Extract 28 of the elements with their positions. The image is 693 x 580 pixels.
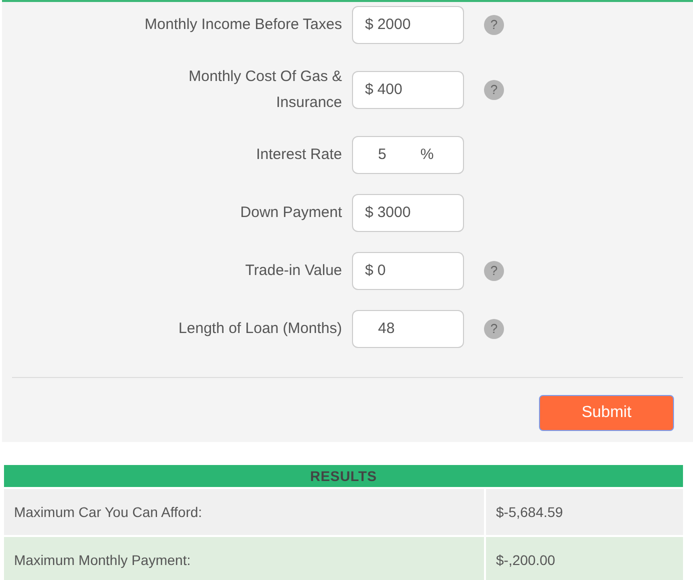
field-value: 48: [378, 318, 395, 339]
table-cell: $-5,684.59: [486, 489, 683, 535]
currency-symbol: $: [365, 202, 374, 223]
field-label: Monthly Cost Of Gas & Insurance: [188, 67, 342, 113]
currency-symbol: $: [365, 260, 374, 281]
field-label: Trade-in Value: [244, 261, 342, 281]
results-title: RESULTS: [310, 466, 377, 486]
field-label: Length of Loan (Months): [178, 319, 342, 339]
currency-symbol: $: [365, 80, 374, 100]
table-cell: $-,200.00: [486, 537, 683, 580]
input-field[interactable]: $ 0: [352, 252, 464, 290]
input-field[interactable]: $ 2000: [352, 6, 464, 44]
field-value: 0: [377, 260, 386, 281]
input-field[interactable]: 5 %: [352, 136, 464, 174]
field-label: Interest Rate: [255, 145, 342, 165]
unit-label: %: [420, 144, 434, 165]
input-field[interactable]: $ 400: [352, 71, 464, 109]
currency-symbol: $: [365, 14, 374, 35]
table-cell: Maximum Car You Can Afford:: [4, 489, 484, 535]
field-value: 2000: [377, 14, 411, 35]
field-value: 5: [378, 144, 386, 165]
field-label: Down Payment: [239, 203, 342, 223]
field-value: 3000: [377, 202, 411, 223]
table-cell: Maximum Monthly Payment:: [4, 537, 484, 580]
input-field[interactable]: 48: [352, 310, 464, 348]
input-field[interactable]: $ 3000: [352, 194, 464, 232]
field-label: Monthly Income Before Taxes: [144, 15, 342, 35]
field-value: 400: [377, 80, 402, 100]
